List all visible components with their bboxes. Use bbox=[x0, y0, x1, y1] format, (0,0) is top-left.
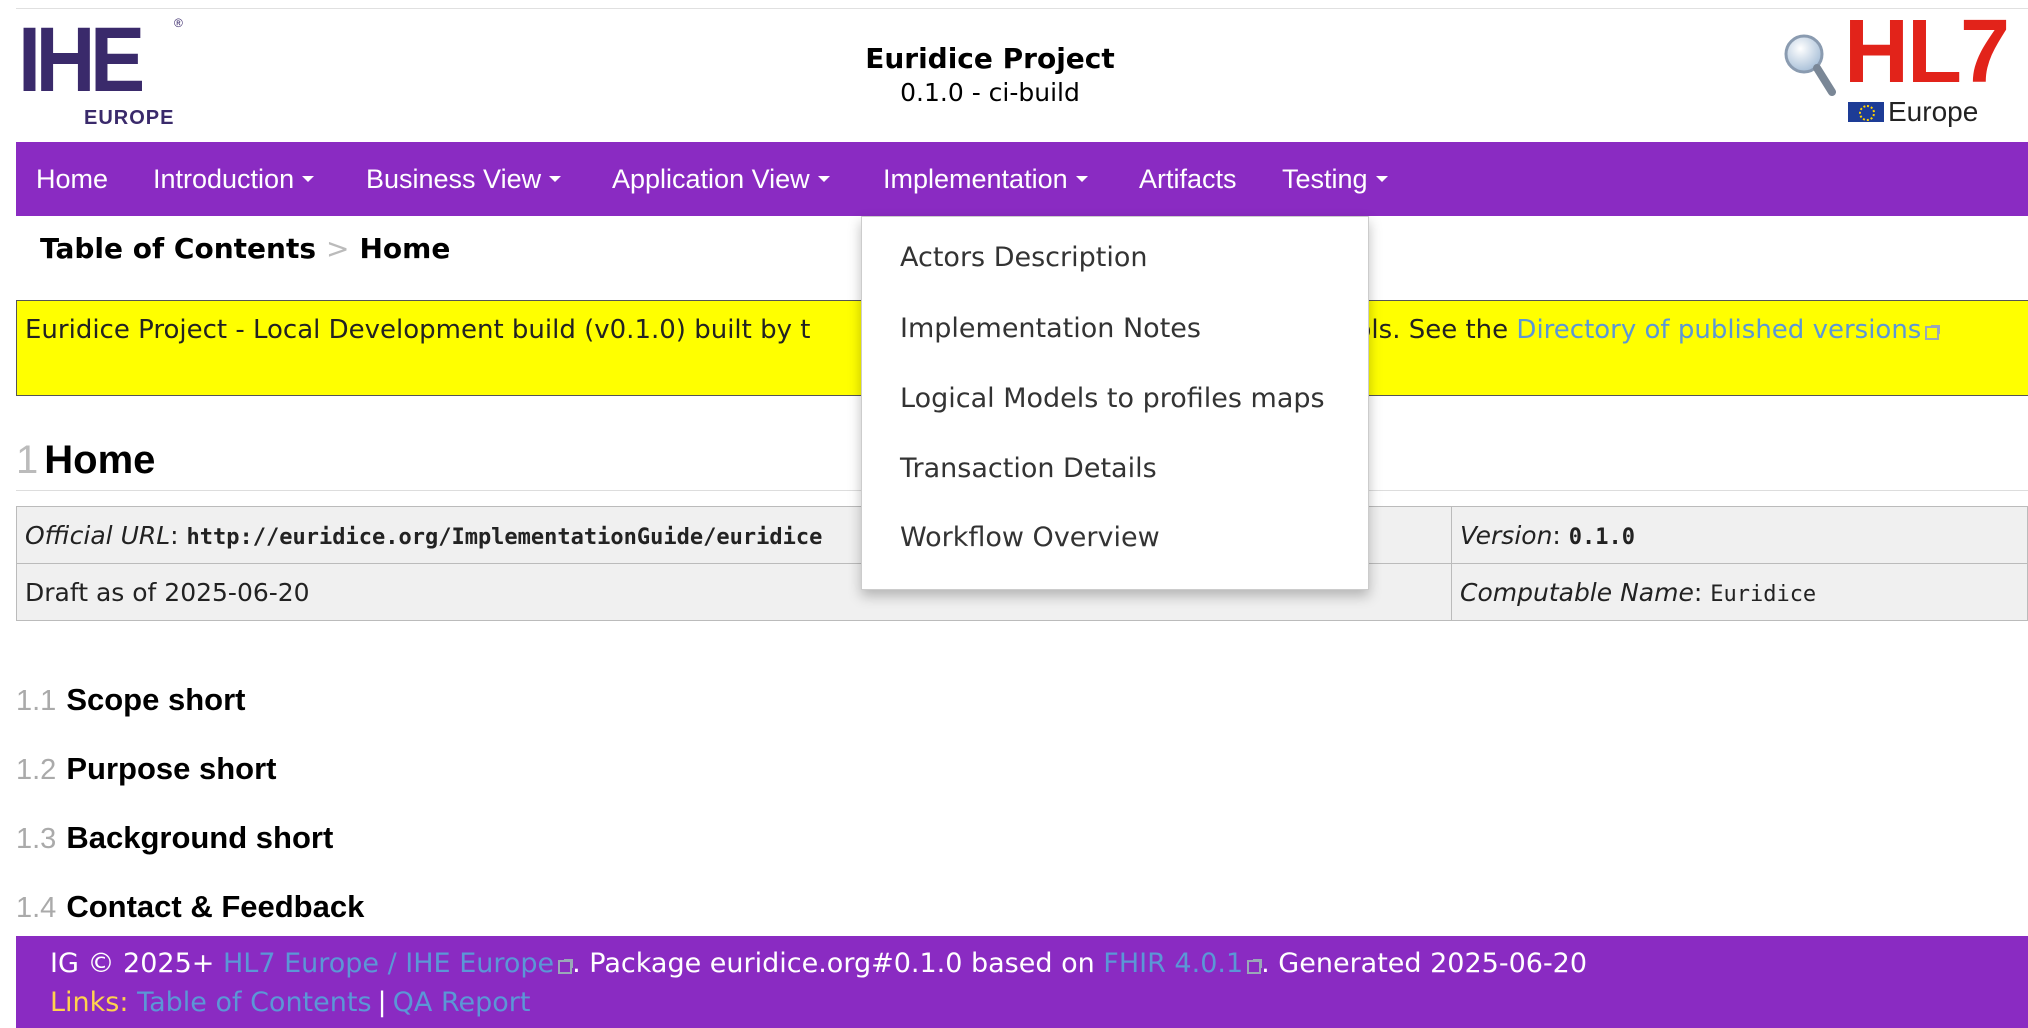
nav-business-view[interactable]: Business View bbox=[366, 142, 562, 216]
breadcrumb-toc-link[interactable]: Table of Contents bbox=[40, 232, 316, 265]
breadcrumb-current: Home bbox=[359, 232, 451, 265]
nav-application-view[interactable]: Application View bbox=[612, 142, 830, 216]
footer-copyright: IG © 2025+ HL7 Europe / IHE Europe. Pack… bbox=[50, 948, 1588, 979]
caret-down-icon bbox=[817, 176, 830, 183]
magnifier-icon[interactable] bbox=[1782, 32, 1836, 98]
heading-title: Home bbox=[44, 438, 156, 482]
section-contact-feedback: 1.4 Contact & Feedback bbox=[16, 889, 365, 924]
nav-artifacts[interactable]: Artifacts bbox=[1139, 142, 1237, 216]
official-url-value: http://euridice.org/ImplementationGuide/… bbox=[186, 524, 823, 550]
project-title-block: Euridice Project 0.1.0 - ci-build bbox=[820, 42, 1160, 110]
project-title: Euridice Project bbox=[865, 42, 1115, 75]
ihe-logo-mark: IHE bbox=[18, 9, 145, 111]
implementation-dropdown-menu: Actors Description Implementation Notes … bbox=[861, 216, 1369, 590]
page-heading: 1 Home bbox=[16, 438, 155, 483]
menu-item-transaction-details[interactable]: Transaction Details bbox=[900, 453, 1157, 484]
links-label: Links: bbox=[50, 987, 129, 1018]
eu-flag-icon bbox=[1848, 102, 1884, 122]
nav-implementation[interactable]: Implementation bbox=[883, 142, 1088, 216]
breadcrumb-separator: > bbox=[326, 232, 350, 265]
hl7-logo-mark: HL7 bbox=[1844, 2, 2010, 102]
fhir-version-link[interactable]: FHIR 4.0.1 bbox=[1103, 948, 1263, 979]
caret-down-icon bbox=[549, 176, 562, 183]
caret-down-icon bbox=[1375, 176, 1388, 183]
footer-links: Links: Table of Contents | QA Report bbox=[50, 985, 530, 1021]
ihe-logo-subtitle: EUROPE bbox=[84, 107, 175, 129]
computable-name-value: Euridice bbox=[1710, 581, 1817, 607]
computable-name-cell: Computable Name: Euridice bbox=[1451, 563, 2028, 621]
caret-down-icon bbox=[1075, 176, 1088, 183]
hl7-ihe-europe-link[interactable]: HL7 Europe / IHE Europe bbox=[223, 948, 574, 979]
published-versions-link[interactable]: Directory of published versions bbox=[1516, 315, 1941, 345]
page-footer: IG © 2025+ HL7 Europe / IHE Europe. Pack… bbox=[16, 936, 2028, 1028]
external-link-icon bbox=[558, 959, 574, 974]
nav-home[interactable]: Home bbox=[36, 142, 108, 216]
hl7-logo-subtitle: Europe bbox=[1888, 96, 1979, 127]
breadcrumb: Table of Contents > Home bbox=[40, 232, 450, 265]
banner-text-start: Euridice Project - Local Development bui… bbox=[25, 315, 811, 345]
nav-testing[interactable]: Testing bbox=[1282, 142, 1388, 216]
menu-item-implementation-notes[interactable]: Implementation Notes bbox=[900, 313, 1201, 344]
section-scope: 1.1 Scope short bbox=[16, 682, 246, 717]
menu-item-actors-description[interactable]: Actors Description bbox=[900, 242, 1147, 273]
external-link-icon bbox=[1247, 959, 1263, 974]
project-version: 0.1.0 - ci-build bbox=[900, 78, 1080, 107]
version-value: 0.1.0 bbox=[1568, 524, 1636, 550]
heading-number: 1 bbox=[16, 438, 39, 482]
section-purpose: 1.2 Purpose short bbox=[16, 751, 277, 786]
external-link-icon bbox=[1925, 325, 1941, 340]
caret-down-icon bbox=[302, 176, 315, 183]
footer-separator: | bbox=[377, 987, 387, 1018]
registered-mark: ® bbox=[174, 16, 183, 30]
version-cell: Version: 0.1.0 bbox=[1451, 506, 2028, 564]
ihe-europe-logo[interactable]: IHE ® EUROPE bbox=[18, 14, 198, 134]
section-background: 1.3 Background short bbox=[16, 820, 334, 855]
hl7-europe-logo[interactable]: HL7 Europe bbox=[1782, 4, 2028, 130]
nav-introduction[interactable]: Introduction bbox=[153, 142, 315, 216]
menu-item-logical-models-maps[interactable]: Logical Models to profiles maps bbox=[900, 383, 1325, 414]
qa-report-link[interactable]: QA Report bbox=[393, 987, 531, 1018]
footer-toc-link[interactable]: Table of Contents bbox=[137, 987, 371, 1018]
page-header: IHE ® EUROPE Euridice Project 0.1.0 - ci… bbox=[0, 0, 2028, 142]
menu-item-workflow-overview[interactable]: Workflow Overview bbox=[900, 522, 1160, 553]
main-navbar: Home Introduction Business View Applicat… bbox=[16, 142, 2028, 216]
